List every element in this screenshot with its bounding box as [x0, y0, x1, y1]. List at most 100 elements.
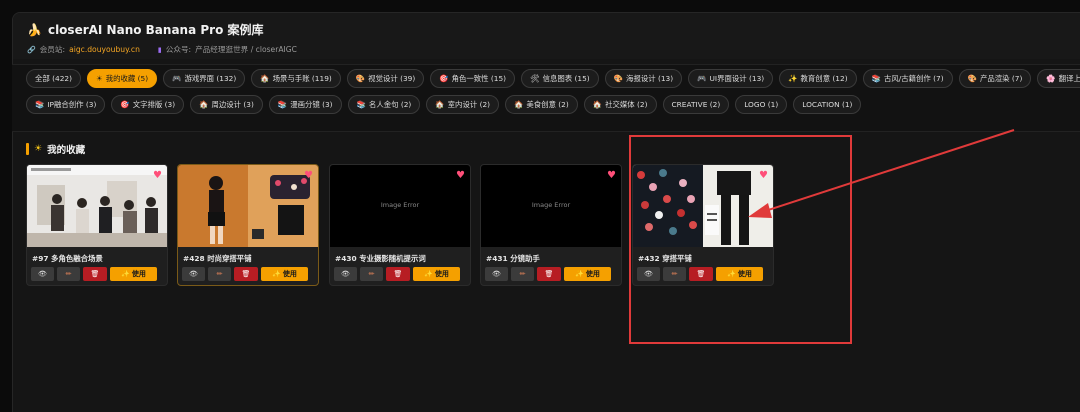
use-button[interactable]: ✨ 使用 [261, 267, 308, 281]
filter-chip[interactable]: ✨ 教育创意 (12) [779, 69, 857, 88]
filter-chip-label: 场景与手账 (119) [272, 74, 332, 83]
filter-chip[interactable]: 🎨 海报设计 (13) [604, 69, 683, 88]
filter-chip[interactable]: 🎯 角色一致性 (15) [430, 69, 516, 88]
card-actions: 👁 ✏ 🗑 ✨ 使用 [27, 267, 167, 281]
card-thumbnail[interactable]: Image Error ♥ [481, 165, 621, 247]
card-title: #431 分镜助手 [486, 254, 540, 263]
edit-button[interactable]: ✏ [360, 267, 383, 281]
eye-icon: 👁 [189, 270, 198, 278]
card-thumbnail[interactable]: ♥ [27, 165, 167, 247]
use-button[interactable]: ✨ 使用 [110, 267, 157, 281]
filter-chip[interactable]: 🎨 视觉设计 (39) [346, 69, 425, 88]
card-actions: 👁 ✏ 🗑 ✨ 使用 [330, 267, 470, 281]
filter-chip[interactable]: 🎮 游戏界面 (132) [163, 69, 246, 88]
trash-icon: 🗑 [393, 270, 403, 278]
pencil-icon: ✏ [368, 270, 375, 278]
trash-icon: 🗑 [90, 270, 100, 278]
edit-button[interactable]: ✏ [208, 267, 231, 281]
card-actions: 👁 ✏ 🗑 ✨ 使用 [481, 267, 621, 281]
pencil-icon: ✏ [519, 270, 526, 278]
filter-chip-label: 海报设计 (13) [626, 74, 674, 83]
view-button[interactable]: 👁 [334, 267, 357, 281]
delete-button[interactable]: 🗑 [234, 267, 258, 281]
heart-icon[interactable]: ♥ [607, 170, 616, 181]
filter-chip[interactable]: LOCATION (1) [793, 95, 862, 114]
view-button[interactable]: 👁 [182, 267, 205, 281]
heart-icon[interactable]: ♥ [304, 170, 313, 181]
section-title-text: 我的收藏 [47, 145, 86, 156]
filter-chip[interactable]: 🏠 美食创意 (2) [505, 95, 578, 114]
banana-icon: 🍌 [27, 22, 42, 37]
link-icon: 🔗 [27, 45, 36, 54]
card-actions: 👁 ✏ 🗑 ✨ 使用 [178, 267, 318, 281]
member-site-label: 会员站: [39, 45, 66, 54]
filter-chip-label: 社交媒体 (2) [605, 100, 648, 109]
edit-button[interactable]: ✏ [57, 267, 80, 281]
filter-chip[interactable]: 🏠 周边设计 (3) [190, 95, 263, 114]
use-button[interactable]: ✨ 使用 [564, 267, 611, 281]
filter-chip-label: 古风/古籍创作 (7) [883, 74, 944, 83]
card-thumbnail[interactable]: Image Error ♥ [330, 165, 470, 247]
eye-icon: 👁 [38, 270, 47, 278]
favorite-card[interactable]: Image Error ♥ #430 专业摄影随机提示词 👁 ✏ 🗑 ✨ 使用 [329, 164, 471, 286]
filter-chip-label: 游戏界面 (132) [184, 74, 237, 83]
category-icon: 🎨 [613, 74, 624, 83]
filter-chip-label: 全部 (422) [35, 74, 73, 83]
filter-chip[interactable]: 🏠 社交媒体 (2) [583, 95, 657, 114]
filter-chip[interactable]: 📚 古风/古籍创作 (7) [862, 69, 953, 88]
pencil-icon: ✏ [216, 270, 223, 278]
filter-chip-label: 美食创意 (2) [526, 100, 569, 109]
category-filters: 全部 (422) ☀ 我的收藏 (5) 🎮 游戏界面 (132) 🏠 场景与手账 (119)… [12, 64, 1080, 132]
filter-chip[interactable]: 全部 (422) [26, 69, 82, 88]
sparkle-icon: ✨ [424, 270, 433, 278]
filter-chip[interactable]: CREATIVE (2) [662, 95, 730, 114]
category-icon: 🛠 [530, 74, 540, 83]
category-icon: 🏠 [435, 100, 445, 109]
filter-chip[interactable]: 🛠 信息图表 (15) [521, 69, 599, 88]
use-button[interactable]: ✨ 使用 [413, 267, 460, 281]
card-title: #430 专业摄影随机提示词 [335, 254, 426, 263]
filter-chip[interactable]: 📚 漫画分镜 (3) [268, 95, 342, 114]
favorite-card[interactable]: Image Error ♥ #431 分镜助手 👁 ✏ 🗑 ✨ 使用 [480, 164, 622, 286]
delete-button[interactable]: 🗑 [83, 267, 107, 281]
filter-chip[interactable]: 📚 名人金句 (2) [347, 95, 421, 114]
category-icon: 🎮 [172, 74, 182, 83]
favorite-card[interactable]: ♥ #97 多角色融合场景 👁 ✏ 🗑 ✨ 使用 [26, 164, 168, 286]
heart-icon[interactable]: ♥ [153, 170, 162, 181]
card-title: #97 多角色融合场景 [32, 254, 103, 263]
filter-chip[interactable]: 📚 IP融合创作 (3) [26, 95, 106, 114]
delete-button[interactable]: 🗑 [386, 267, 410, 281]
member-site-link[interactable]: aigc.douyoubuy.cn [69, 45, 140, 54]
filter-chip-label: 翻译上色 (6) [1058, 74, 1080, 83]
category-icon: 🎨 [967, 74, 977, 83]
image-error-text: Image Error [380, 201, 420, 209]
card-thumbnail[interactable]: ♥ [178, 165, 318, 247]
favorite-card[interactable]: ♥ #428 时尚穿搭平铺 👁 ✏ 🗑 ✨ 使用 [177, 164, 319, 286]
filter-chip[interactable]: 🎮 UI界面设计 (13) [688, 69, 774, 88]
delete-button[interactable]: 🗑 [537, 267, 561, 281]
use-button-label: 使用 [585, 270, 600, 278]
heart-icon[interactable]: ♥ [456, 170, 465, 181]
filter-chip-label: 信息图表 (15) [542, 74, 590, 83]
wechat-label: 公众号: [165, 45, 192, 54]
view-button[interactable]: 👁 [485, 267, 508, 281]
filter-chip-label: 视觉设计 (39) [368, 74, 416, 83]
filter-chip[interactable]: 🏠 场景与手账 (119) [251, 69, 341, 88]
filter-chip[interactable]: LOGO (1) [735, 95, 788, 114]
view-button[interactable]: 👁 [31, 267, 54, 281]
filter-chip-label: 室内设计 (2) [447, 100, 491, 109]
edit-button[interactable]: ✏ [511, 267, 534, 281]
filter-chip[interactable]: 🏠 室内设计 (2) [426, 95, 500, 114]
filter-chip-label: 角色一致性 (15) [451, 74, 507, 83]
category-icon: 📚 [356, 100, 366, 109]
trash-icon: 🗑 [544, 270, 554, 278]
filter-chip[interactable]: 🎯 文字排版 (3) [111, 95, 185, 114]
filter-chip[interactable]: 🎨 产品渲染 (7) [958, 69, 1032, 88]
filter-chip[interactable]: ☀ 我的收藏 (5) [87, 69, 158, 88]
category-icon: ☀ [96, 74, 103, 83]
wechat-icon: ▮ [157, 45, 162, 54]
wechat-value: 产品经理逛世界 / closerAIGC [195, 45, 297, 54]
filter-row-1: 全部 (422) ☀ 我的收藏 (5) 🎮 游戏界面 (132) 🏠 场景与手账 (119)… [26, 69, 1080, 88]
filter-chip[interactable]: 🌸翻译上色 (6) [1037, 69, 1080, 88]
category-icon: 🏠 [260, 74, 270, 83]
